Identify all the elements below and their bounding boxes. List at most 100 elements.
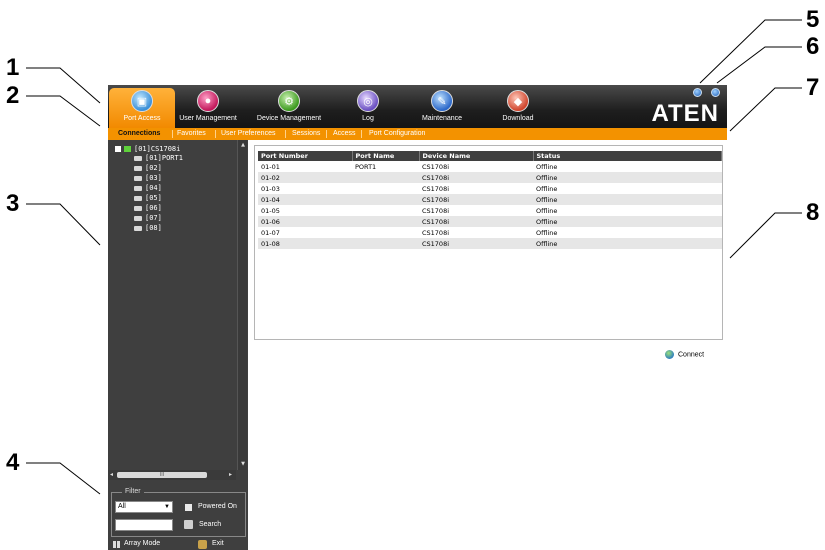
scroll-up-icon[interactable]: ▲ xyxy=(240,142,246,148)
search-button-label[interactable]: Search xyxy=(199,521,221,528)
cell: 01-07 xyxy=(261,228,280,237)
callout-5: 5 xyxy=(806,6,820,33)
aten-logo: ATEN xyxy=(651,100,719,127)
user-management-icon: ● xyxy=(197,90,219,112)
tab-download[interactable]: ◆ Download xyxy=(485,88,551,128)
port-access-icon: ▣ xyxy=(131,90,153,112)
cell xyxy=(352,183,419,194)
tree-port-item[interactable]: [04] xyxy=(134,184,162,193)
tree-root[interactable]: [01]CS1708i xyxy=(115,145,180,154)
cell: 01-05 xyxy=(261,206,280,215)
cell: Offline xyxy=(536,228,558,237)
column-header[interactable]: Port Number xyxy=(258,151,353,161)
connect-button[interactable]: Connect xyxy=(665,350,704,359)
cell: CS1708i xyxy=(422,162,450,171)
cell: Offline xyxy=(536,184,558,193)
powered-on-label: Powered On xyxy=(198,503,237,510)
tab-user-management[interactable]: ● User Management xyxy=(175,88,241,128)
callout-8-line xyxy=(729,212,802,259)
subtab-access[interactable]: Access xyxy=(333,129,356,139)
maintenance-icon: ✎ xyxy=(431,90,453,112)
subtab-divider xyxy=(215,130,216,138)
exit-button[interactable]: Exit xyxy=(212,540,224,547)
table-row[interactable]: 01-01 PORT1 CS1708i Offline xyxy=(258,161,722,172)
tree-port-item[interactable]: [01]PORT1 xyxy=(134,154,183,163)
tab-label: Device Management xyxy=(256,115,322,122)
subtab-port-configuration[interactable]: Port Configuration xyxy=(369,129,425,139)
array-mode-icon[interactable] xyxy=(113,541,120,548)
table-header-row: Port Number Port Name Device Name Status xyxy=(258,151,722,161)
callout-3: 3 xyxy=(6,190,20,217)
collapse-icon[interactable] xyxy=(115,146,121,152)
column-header[interactable]: Device Name xyxy=(419,151,534,161)
cell xyxy=(352,227,419,238)
subtab-favorites[interactable]: Favorites xyxy=(177,129,206,139)
scroll-right-icon[interactable]: ▸ xyxy=(229,471,232,478)
tree-port-label: [02] xyxy=(145,164,162,172)
table-row[interactable]: 01-06 CS1708i Offline xyxy=(258,216,722,227)
tab-device-management[interactable]: ⚙ Device Management xyxy=(256,88,322,128)
top-navigation-bar: ▣ Port Access ● User Management ⚙ Device… xyxy=(108,85,727,128)
cell: 01-08 xyxy=(258,238,352,249)
table-row[interactable]: 01-08 CS1708i Offline xyxy=(258,238,722,249)
tree-port-item[interactable]: [02] xyxy=(134,164,162,173)
port-icon xyxy=(134,225,142,231)
port-table: Port Number Port Name Device Name Status… xyxy=(258,151,722,249)
tree-port-item[interactable]: [05] xyxy=(134,194,162,203)
callout-7: 7 xyxy=(806,74,820,101)
filter-select[interactable]: All ▼ xyxy=(115,501,173,513)
port-icon xyxy=(134,195,142,201)
table-row[interactable]: 01-02 CS1708i Offline xyxy=(258,172,722,183)
tree-port-item[interactable]: [08] xyxy=(134,224,162,233)
scroll-thumb[interactable]: III xyxy=(117,472,207,478)
port-icon xyxy=(134,165,142,171)
cell: Offline xyxy=(533,238,722,249)
sidebar-horizontal-scrollbar[interactable]: ◂ III ▸ xyxy=(108,470,236,480)
table-row[interactable]: 01-07 CS1708i Offline xyxy=(258,227,722,238)
subtab-connections[interactable]: Connections xyxy=(118,129,160,139)
callout-5-line xyxy=(699,19,802,84)
sidebar: [01]CS1708i [01]PORT1 [02] [03] [04] [05… xyxy=(108,140,248,550)
filter-panel: Filter All ▼ Powered On Search xyxy=(111,488,246,537)
tree-port-label: [07] xyxy=(145,214,162,222)
scroll-left-icon[interactable]: ◂ xyxy=(110,471,113,478)
callout-1-line xyxy=(26,67,101,104)
tab-log[interactable]: ◎ Log xyxy=(335,88,401,128)
callout-4: 4 xyxy=(6,449,20,476)
cell xyxy=(352,194,419,205)
callout-6: 6 xyxy=(806,33,820,60)
column-header[interactable]: Status xyxy=(533,151,722,161)
connect-icon xyxy=(665,350,674,359)
tab-port-access[interactable]: ▣ Port Access xyxy=(109,88,175,128)
callout-4-line xyxy=(26,462,101,495)
help-icon[interactable] xyxy=(693,88,702,97)
filter-search-input[interactable] xyxy=(115,519,173,531)
sidebar-vertical-scrollbar[interactable]: ▲ ▼ xyxy=(237,140,247,470)
cell: CS1708i xyxy=(422,184,450,193)
tree-port-item[interactable]: [07] xyxy=(134,214,162,223)
subtab-sessions[interactable]: Sessions xyxy=(292,129,320,139)
tab-maintenance[interactable]: ✎ Maintenance xyxy=(409,88,475,128)
table-row[interactable]: 01-05 CS1708i Offline xyxy=(258,205,722,216)
table-row[interactable]: 01-04 CS1708i Offline xyxy=(258,194,722,205)
cell: CS1708i xyxy=(422,228,450,237)
logout-icon[interactable] xyxy=(711,88,720,97)
table-row[interactable]: 01-03 CS1708i Offline xyxy=(258,183,722,194)
cell: 01-01 xyxy=(261,162,280,171)
tree-port-item[interactable]: [06] xyxy=(134,204,162,213)
tree-port-label: [01]PORT1 xyxy=(145,154,183,162)
sub-navigation-bar: Connections Favorites User Preferences S… xyxy=(108,128,727,140)
exit-icon[interactable] xyxy=(198,540,207,549)
search-icon[interactable] xyxy=(184,520,193,529)
tree-port-label: [04] xyxy=(145,184,162,192)
column-header[interactable]: Port Name xyxy=(352,151,420,161)
main-panel: Port Number Port Name Device Name Status… xyxy=(248,140,727,550)
cell xyxy=(352,205,419,216)
powered-on-checkbox[interactable] xyxy=(185,504,192,511)
scroll-down-icon[interactable]: ▼ xyxy=(240,461,246,467)
tree-port-item[interactable]: [03] xyxy=(134,174,162,183)
filter-legend: Filter xyxy=(122,488,144,495)
callout-3-line xyxy=(26,203,101,246)
array-mode-button[interactable]: Array Mode xyxy=(124,540,160,547)
subtab-user-preferences[interactable]: User Preferences xyxy=(221,129,275,139)
